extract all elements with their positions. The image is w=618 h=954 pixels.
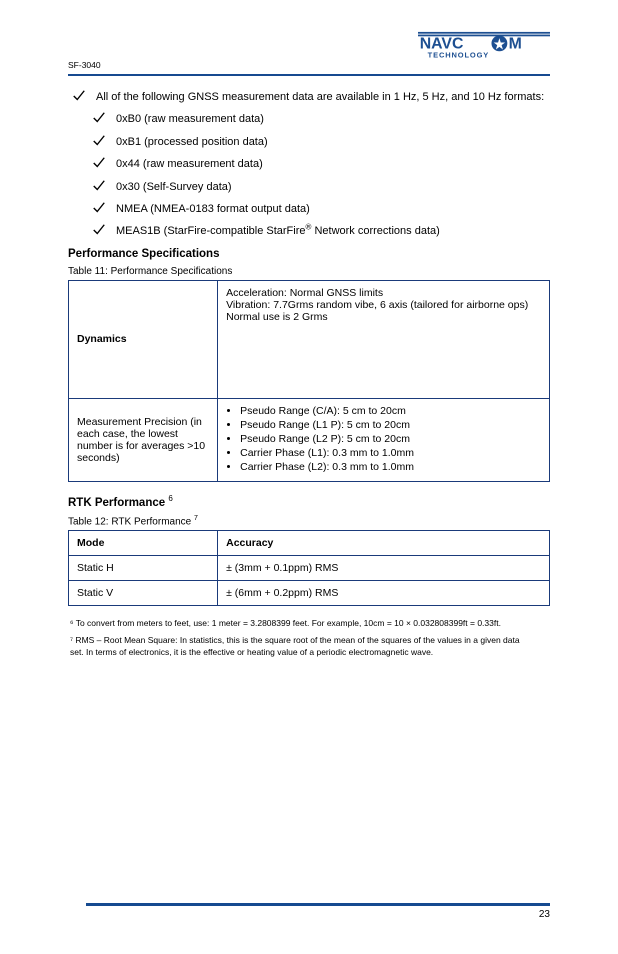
- bullet-text: MEAS1B (StarFire-compatible StarFire: [116, 225, 306, 237]
- col-accuracy: Accuracy: [218, 530, 550, 555]
- col-mode: Mode: [69, 530, 218, 555]
- sub-bullet-list: 0xB0 (raw measurement data) 0xB1 (proces…: [92, 112, 550, 239]
- registered-mark: ®: [306, 223, 312, 232]
- bullet-text: 0x30 (Self-Survey data): [116, 181, 232, 193]
- list-item: Pseudo Range (L2 P): 5 cm to 20cm: [240, 433, 541, 445]
- rtk-performance-table: Mode Accuracy Static H ± (3mm + 0.1ppm) …: [68, 530, 550, 606]
- list-item: Pseudo Range (L1 P): 5 cm to 20cm: [240, 419, 541, 431]
- cell-value: Pseudo Range (C/A): 5 cm to 20cm Pseudo …: [218, 398, 550, 481]
- table2-caption: Table 12: RTK Performance 7: [68, 515, 550, 527]
- intro-bullet-list: All of the following GNSS measurement da…: [72, 90, 550, 105]
- list-item: Carrier Phase (L2): 0.3 mm to 1.0mm: [240, 461, 541, 473]
- bullet-text-cont: Network corrections data): [314, 225, 439, 237]
- cell-label: Dynamics: [69, 280, 218, 398]
- footer-rule: [86, 903, 550, 906]
- cell-accuracy: ± (3mm + 0.1ppm) RMS: [218, 555, 550, 580]
- bullet-text: 0xB1 (processed position data): [116, 136, 268, 148]
- footnote-ref-7: 7: [194, 515, 198, 522]
- footnote-6: ⁶ To convert from meters to feet, use: 1…: [70, 618, 520, 629]
- checkmark-icon: [92, 156, 106, 170]
- list-item: 0xB0 (raw measurement data): [92, 112, 550, 127]
- list-item: Carrier Phase (L1): 0.3 mm to 1.0mm: [240, 447, 541, 459]
- cell-mode: Static H: [69, 555, 218, 580]
- table-row: Measurement Precision (in each case, the…: [69, 398, 550, 481]
- list-item: All of the following GNSS measurement da…: [72, 90, 550, 105]
- list-item: 0xB1 (processed position data): [92, 135, 550, 150]
- checkmark-icon: [92, 223, 106, 237]
- table-row: Static H ± (3mm + 0.1ppm) RMS: [69, 555, 550, 580]
- list-item: 0x44 (raw measurement data): [92, 157, 550, 172]
- cell-label: Measurement Precision (in each case, the…: [69, 398, 218, 481]
- performance-spec-table: Dynamics Acceleration: Normal GNSS limit…: [68, 280, 550, 482]
- page-number: 23: [0, 909, 550, 920]
- intro-text: All of the following GNSS measurement da…: [96, 91, 544, 103]
- list-item: MEAS1B (StarFire-compatible StarFire® Ne…: [92, 224, 550, 239]
- svg-text:M: M: [509, 36, 522, 53]
- list-item: NMEA (NMEA-0183 format output data): [92, 202, 550, 217]
- bullet-text: NMEA (NMEA-0183 format output data): [116, 203, 310, 215]
- bullet-text: 0x44 (raw measurement data): [116, 158, 263, 170]
- page-header: SF-3040 NAVC M TECHNOLOGY: [68, 42, 550, 70]
- model-label: SF-3040: [68, 60, 101, 70]
- rtk-heading-text: RTK Performance: [68, 497, 165, 509]
- table-row: Static V ± (6mm + 0.2ppm) RMS: [69, 580, 550, 605]
- header-rule: [68, 74, 550, 76]
- measurement-list: Pseudo Range (C/A): 5 cm to 20cm Pseudo …: [240, 405, 541, 473]
- svg-text:TECHNOLOGY: TECHNOLOGY: [428, 50, 490, 59]
- navcom-logo: NAVC M TECHNOLOGY: [418, 28, 550, 64]
- bullet-text: 0xB0 (raw measurement data): [116, 113, 264, 125]
- table-header-row: Mode Accuracy: [69, 530, 550, 555]
- checkmark-icon: [92, 179, 106, 193]
- section-heading-performance: Performance Specifications: [68, 248, 550, 260]
- checkmark-icon: [72, 89, 86, 103]
- section-heading-rtk: RTK Performance 6: [68, 494, 550, 509]
- table-row: Dynamics Acceleration: Normal GNSS limit…: [69, 280, 550, 398]
- list-item: Pseudo Range (C/A): 5 cm to 20cm: [240, 405, 541, 417]
- cell-value: Acceleration: Normal GNSS limits Vibrati…: [218, 280, 550, 398]
- cell-mode: Static V: [69, 580, 218, 605]
- cell-accuracy: ± (6mm + 0.2ppm) RMS: [218, 580, 550, 605]
- table1-caption: Table 11: Performance Specifications: [68, 266, 550, 277]
- table2-caption-text: Table 12: RTK Performance: [68, 516, 191, 527]
- footnote-7: ⁷ RMS – Root Mean Square: In statistics,…: [70, 635, 520, 658]
- list-item: 0x30 (Self-Survey data): [92, 180, 550, 195]
- footnote-ref-6: 6: [168, 494, 172, 503]
- dynamics-text: Acceleration: Normal GNSS limits Vibrati…: [226, 287, 541, 323]
- checkmark-icon: [92, 201, 106, 215]
- checkmark-icon: [92, 111, 106, 125]
- checkmark-icon: [92, 134, 106, 148]
- measurement-label: Measurement Precision (in each case, the…: [77, 416, 205, 464]
